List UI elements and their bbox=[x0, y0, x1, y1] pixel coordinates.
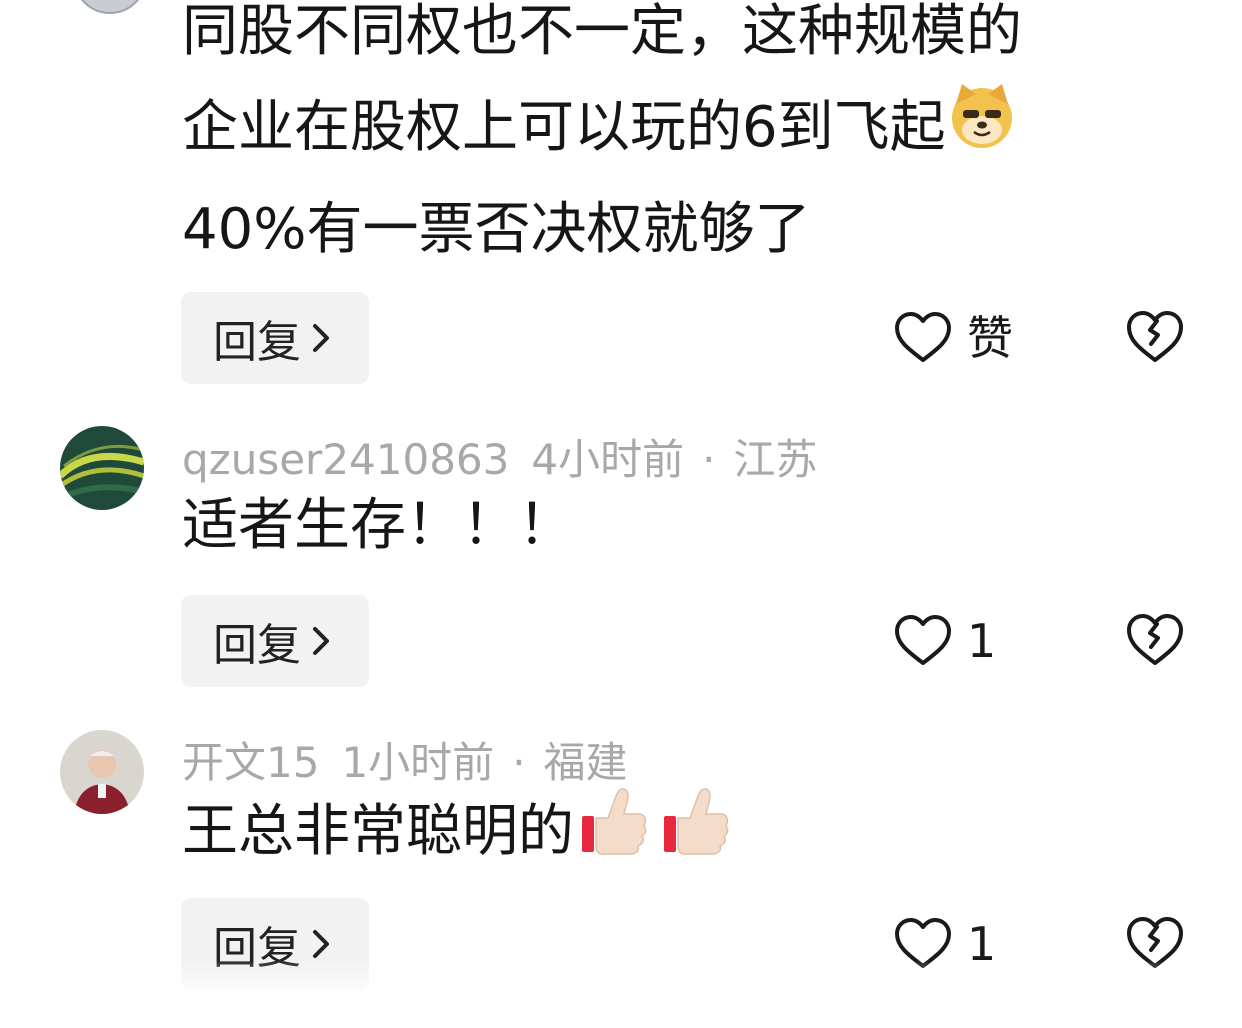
like-label: 赞 bbox=[967, 311, 1013, 365]
separator: · bbox=[512, 738, 526, 787]
bottom-fade bbox=[0, 960, 1242, 1028]
reply-button[interactable]: 回复 bbox=[181, 595, 369, 687]
username[interactable]: qzuser2410863 bbox=[182, 435, 509, 484]
chevron-right-icon bbox=[313, 324, 329, 352]
comment-text-line: 企业在股权上可以玩的6到飞起 bbox=[182, 80, 1182, 182]
location: 福建 bbox=[543, 738, 628, 787]
reply-label: 回复 bbox=[213, 317, 301, 368]
comment-text-line: 同股不同权也不一定，这种规模的 bbox=[182, 0, 1022, 64]
comment-text-line: 适者生存！！！ bbox=[182, 493, 574, 558]
comment-text-line: 王总非常聪明的 bbox=[182, 782, 1182, 888]
reply-button[interactable]: 回复 bbox=[181, 292, 369, 384]
reply-label: 回复 bbox=[213, 620, 301, 671]
like-count: 1 bbox=[967, 614, 997, 668]
thumbs-up-emoji bbox=[578, 782, 650, 888]
location: 江苏 bbox=[733, 435, 818, 484]
heart-outline-icon bbox=[895, 312, 951, 362]
avatar[interactable] bbox=[60, 426, 144, 510]
chevron-right-icon bbox=[313, 627, 329, 655]
thumbs-up-emoji bbox=[660, 782, 732, 888]
avatar[interactable] bbox=[73, 0, 147, 14]
comment-text: 王总非常聪明的 bbox=[182, 782, 1182, 888]
timestamp: 1小时前 bbox=[341, 738, 495, 787]
username[interactable]: 开文15 bbox=[182, 738, 319, 787]
broken-heart-icon bbox=[1127, 311, 1183, 362]
avatar[interactable] bbox=[60, 730, 144, 814]
chevron-right-icon bbox=[313, 930, 329, 958]
heart-outline-icon bbox=[895, 615, 951, 665]
comment-text: 同股不同权也不一定，这种规模的 企业在股权上可以玩的6到飞起 40%有一票否决权… bbox=[182, 0, 1182, 278]
comment-text-line: 40%有一票否决权就够了 bbox=[182, 197, 811, 262]
dislike-button[interactable] bbox=[1124, 611, 1186, 673]
broken-heart-icon bbox=[1127, 614, 1183, 665]
dislike-button[interactable] bbox=[1124, 308, 1186, 370]
timestamp: 4小时前 bbox=[531, 435, 685, 484]
doge-emoji bbox=[946, 80, 1018, 182]
like-button[interactable]: 1 bbox=[893, 611, 996, 671]
comment-text: 适者生存！！！ bbox=[182, 478, 1182, 574]
separator: · bbox=[702, 435, 716, 484]
like-button[interactable]: 赞 bbox=[893, 308, 1013, 368]
